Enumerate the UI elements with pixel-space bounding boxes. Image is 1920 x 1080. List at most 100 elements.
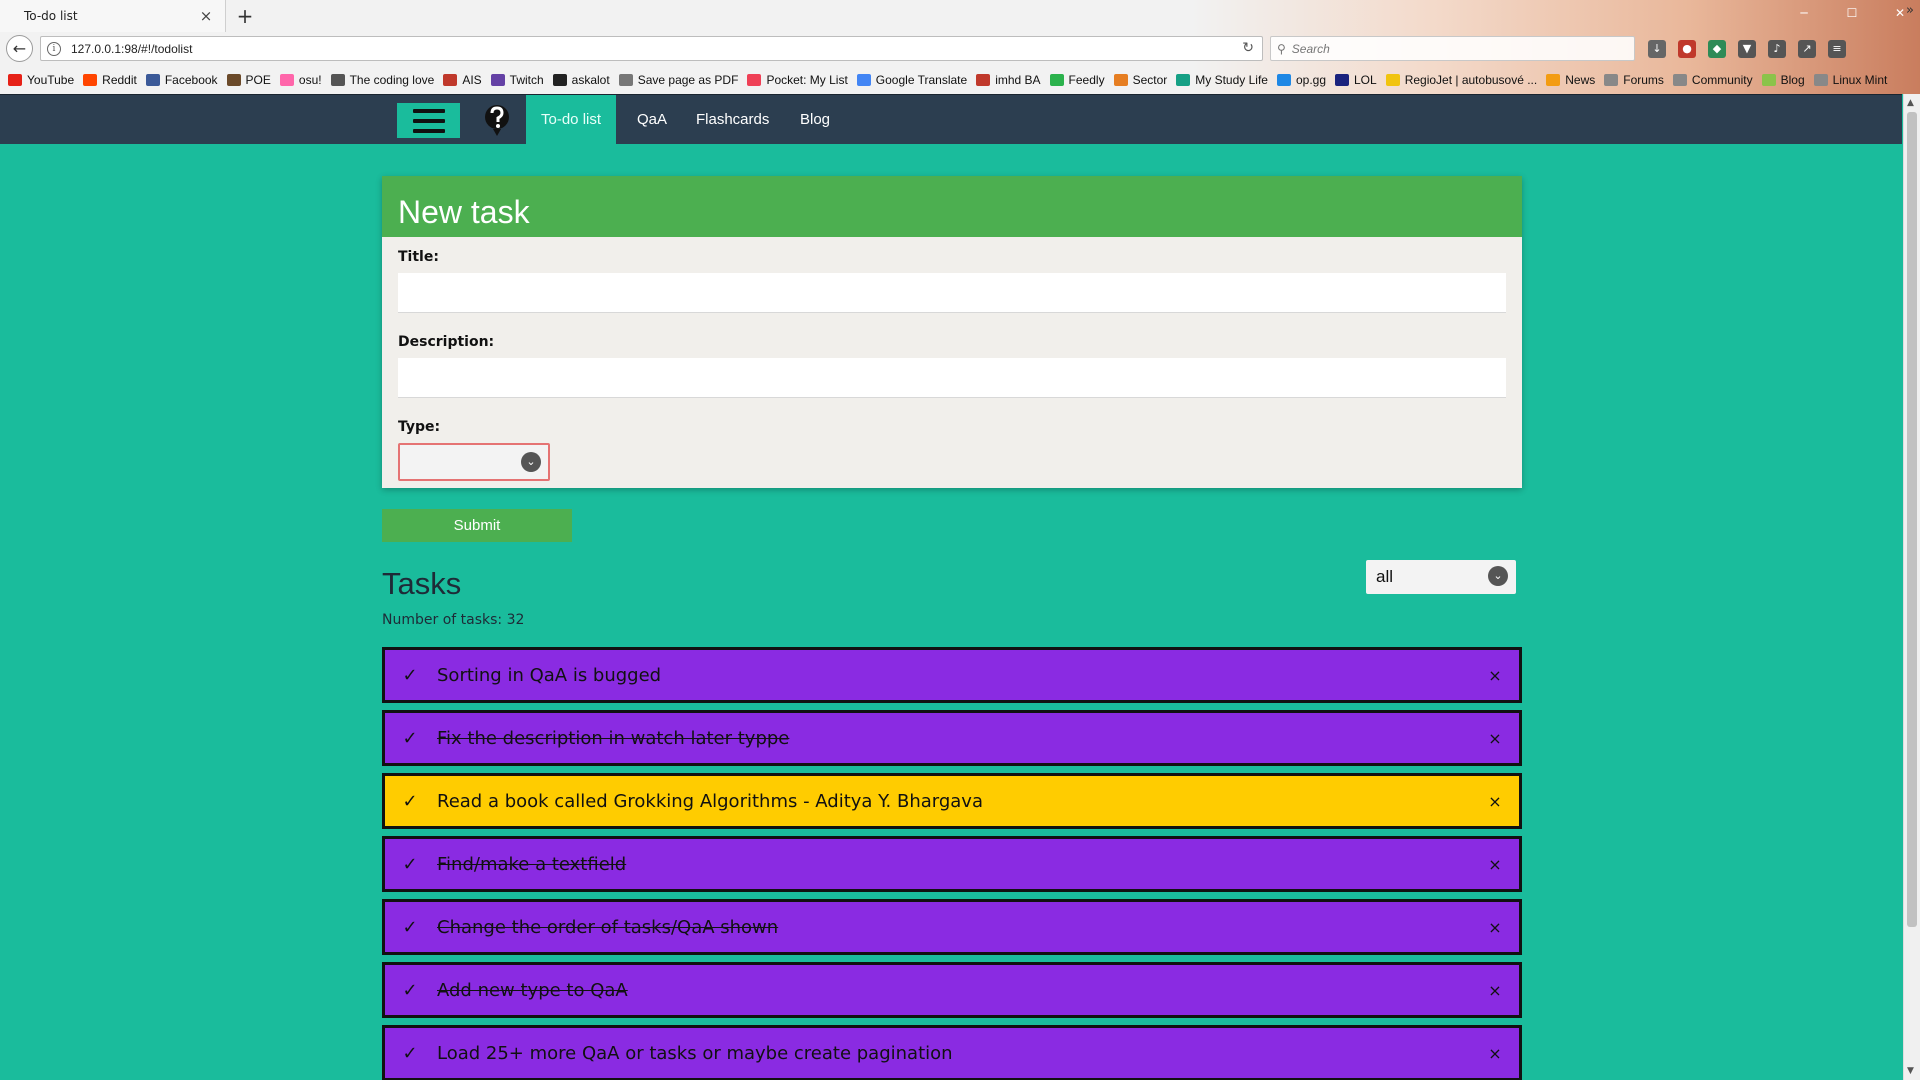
reload-icon[interactable]: ↻ [1242, 40, 1254, 56]
search-icon: ⚲ [1277, 41, 1286, 56]
pocket-icon[interactable]: ▼ [1738, 40, 1756, 58]
bookmark-label: Community [1691, 73, 1753, 87]
delete-task-icon[interactable]: × [1485, 792, 1505, 811]
bookmark-item[interactable]: LOL [1335, 73, 1377, 87]
bookmark-item[interactable]: YouTube [8, 73, 74, 87]
nav-item-flashcards[interactable]: Flashcards [681, 95, 784, 145]
question-mark-logo-icon[interactable] [482, 103, 512, 137]
title-input[interactable] [398, 273, 1506, 313]
bookmark-item[interactable]: AIS [443, 73, 482, 87]
extension-icon[interactable]: ◆ [1708, 40, 1726, 58]
bookmark-label: AIS [462, 73, 482, 87]
checkmark-icon[interactable]: ✓ [401, 665, 419, 686]
bookmark-item[interactable]: POE [226, 73, 271, 87]
share-icon[interactable]: ↗ [1798, 40, 1816, 58]
delete-task-icon[interactable]: × [1485, 855, 1505, 874]
task-row[interactable]: ✓ Load 25+ more QaA or tasks or maybe cre… [382, 1025, 1522, 1080]
site-navbar: To-do list QaA Flashcards Blog [0, 94, 1902, 145]
bookmark-label: Linux Mint [1832, 73, 1888, 87]
description-input[interactable] [398, 358, 1506, 398]
checkmark-icon[interactable]: ✓ [401, 917, 419, 938]
delete-task-icon[interactable]: × [1485, 981, 1505, 1000]
task-text: Load 25+ more QaA or tasks or maybe crea… [437, 1042, 953, 1064]
search-input[interactable]: ⚲ Search [1270, 36, 1635, 61]
toolbar-icons: ↓ ● ◆ ▼ ♪ ↗ ≡ [1648, 40, 1846, 58]
download-icon[interactable]: ↓ [1648, 40, 1666, 58]
delete-task-icon[interactable]: × [1485, 1044, 1505, 1063]
task-row[interactable]: ✓ Sorting in QaA is bugged × [382, 647, 1522, 703]
bookmark-favicon-icon [552, 74, 567, 86]
bookmark-favicon-icon [618, 74, 633, 86]
checkmark-icon[interactable]: ✓ [401, 980, 419, 1001]
task-filter-select[interactable]: all ⌄ [1366, 560, 1516, 594]
bookmark-label: op.gg [1295, 73, 1326, 87]
menu-icon[interactable]: ≡ [1828, 40, 1846, 58]
bookmark-item[interactable]: The coding love [330, 73, 434, 87]
bookmark-favicon-icon [1604, 74, 1619, 86]
type-select[interactable]: ⌄ [398, 443, 550, 481]
bookmark-item[interactable]: Google Translate [856, 73, 967, 87]
bookmark-item[interactable]: Feedly [1049, 73, 1105, 87]
page-scrollbar[interactable]: ▲ ▼ [1903, 94, 1920, 1080]
tasks-heading: Tasks [382, 566, 462, 601]
bookmark-item[interactable]: Blog [1761, 73, 1805, 87]
bookmark-label: Pocket: My List [766, 73, 848, 87]
bookmark-item[interactable]: RegioJet | autobusové ... [1385, 73, 1538, 87]
close-window-icon[interactable]: ✕ [1893, 6, 1907, 20]
checkmark-icon[interactable]: ✓ [401, 1043, 419, 1064]
bookmark-item[interactable]: Sector [1113, 73, 1167, 87]
task-row[interactable]: ✓ Read a book called Grokking Algorithms … [382, 773, 1522, 829]
bookmark-item[interactable]: Community [1672, 73, 1753, 87]
new-tab-button[interactable]: + [234, 5, 256, 27]
scroll-up-icon[interactable]: ▲ [1907, 98, 1914, 108]
maximize-icon[interactable]: ☐ [1845, 6, 1859, 20]
checkmark-icon[interactable]: ✓ [401, 854, 419, 875]
tab-strip: To-do list × + ─ ☐ ✕ [0, 0, 1920, 32]
bookmark-label: RegioJet | autobusové ... [1404, 73, 1538, 87]
bookmark-item[interactable]: News [1546, 73, 1595, 87]
submit-button[interactable]: Submit [382, 509, 572, 542]
task-text: Read a book called Grokking Algorithms -… [437, 790, 983, 812]
nav-item-todo-list[interactable]: To-do list [526, 95, 617, 145]
tasks-count: Number of tasks: 32 [382, 612, 525, 628]
task-row[interactable]: ✓ Add new type to QaA × [382, 962, 1522, 1018]
close-tab-icon[interactable]: × [197, 7, 215, 25]
nav-item-blog[interactable]: Blog [785, 95, 845, 145]
scroll-thumb[interactable] [1907, 112, 1917, 927]
task-row[interactable]: ✓ Find/make a textfield × [382, 836, 1522, 892]
bookmark-item[interactable]: Twitch [490, 73, 544, 87]
task-row[interactable]: ✓ Change the order of tasks/QaA shown × [382, 899, 1522, 955]
bookmark-item[interactable]: Reddit [83, 73, 137, 87]
bookmark-item[interactable]: askalot [552, 73, 610, 87]
info-icon[interactable]: i [47, 41, 61, 56]
bookmark-item[interactable]: Linux Mint [1813, 73, 1888, 87]
bookmark-favicon-icon [8, 74, 22, 86]
checkmark-icon[interactable]: ✓ [401, 791, 419, 812]
back-arrow-icon[interactable]: ← [6, 35, 33, 62]
scroll-down-icon[interactable]: ▼ [1907, 1066, 1914, 1076]
bookmark-label: Twitch [509, 73, 544, 87]
bookmark-item[interactable]: Forums [1604, 73, 1664, 87]
bookmark-favicon-icon [1049, 74, 1064, 86]
browser-tab[interactable]: To-do list × [0, 0, 226, 32]
bookmark-item[interactable]: Facebook [145, 73, 218, 87]
bookmark-favicon-icon [1335, 74, 1349, 86]
delete-task-icon[interactable]: × [1485, 729, 1505, 748]
notification-icon[interactable]: ♪ [1768, 40, 1786, 58]
task-row[interactable]: ✓ Fix the description in watch later typp… [382, 710, 1522, 766]
bookmark-item[interactable]: My Study Life [1176, 73, 1268, 87]
hamburger-menu-icon[interactable] [397, 103, 460, 138]
bookmark-item[interactable]: op.gg [1276, 73, 1326, 87]
delete-task-icon[interactable]: × [1485, 918, 1505, 937]
bookmark-item[interactable]: imhd BA [976, 73, 1041, 87]
nav-item-qaa[interactable]: QaA [622, 95, 682, 145]
checkmark-icon[interactable]: ✓ [401, 728, 419, 749]
adblock-icon[interactable]: ● [1678, 40, 1696, 58]
bookmark-item[interactable]: Pocket: My List [747, 73, 848, 87]
bookmark-item[interactable]: osu! [279, 73, 322, 87]
address-bar[interactable]: i 127.0.0.1:98/#!/todolist ↻ [40, 36, 1263, 61]
delete-task-icon[interactable]: × [1485, 666, 1505, 685]
minimize-icon[interactable]: ─ [1797, 6, 1811, 20]
bookmark-item[interactable]: Save page as PDF [618, 73, 738, 87]
bookmarks-overflow-icon[interactable]: » [1906, 3, 1914, 18]
